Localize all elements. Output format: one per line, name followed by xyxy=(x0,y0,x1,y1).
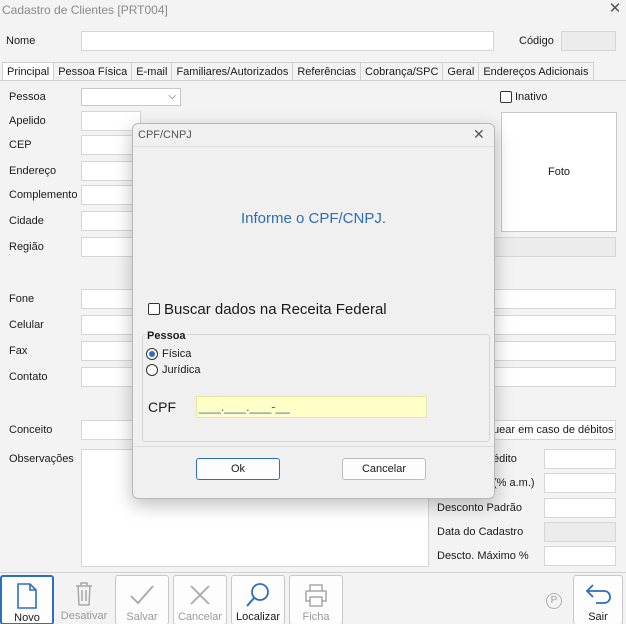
tab-strip: Principal Pessoa Física E-mail Familiare… xyxy=(2,62,594,81)
contato-extra-field[interactable] xyxy=(494,367,616,387)
fone-label: Fone xyxy=(9,293,35,305)
p-circle-icon: P xyxy=(546,593,562,609)
tab-pessoa-fisica[interactable]: Pessoa Física xyxy=(54,62,133,80)
juros-input[interactable] xyxy=(544,473,616,493)
endereco-label: Endereço xyxy=(9,165,57,177)
foto-label: Foto xyxy=(547,166,570,178)
fax-label: Fax xyxy=(9,345,28,357)
window-title: Cadastro de Clientes [PRT004] xyxy=(2,3,168,17)
bloquear-debitos-button[interactable]: uear em caso de débitos xyxy=(486,420,616,440)
ok-button[interactable]: Ok xyxy=(196,458,280,480)
pessoa-select[interactable]: ⌵ xyxy=(81,88,181,106)
juridica-radio[interactable] xyxy=(146,364,158,376)
localizar-label: Localizar xyxy=(235,611,281,623)
exit-arrow-icon xyxy=(585,584,611,604)
search-icon xyxy=(246,583,269,607)
dialog-button-divider xyxy=(133,446,494,447)
new-document-icon xyxy=(17,583,37,609)
tab-geral[interactable]: Geral xyxy=(443,62,480,80)
sair-button[interactable]: Sair xyxy=(573,575,623,624)
salvar-button[interactable]: Salvar xyxy=(115,575,169,624)
juridica-label: Jurídica xyxy=(162,364,201,376)
complemento-label: Complemento xyxy=(9,189,78,201)
contato-label: Contato xyxy=(9,371,48,383)
observacoes-label: Observações xyxy=(9,453,74,465)
cpf-cnpj-dialog: CPF/CNPJ ✕ Informe o CPF/CNPJ. Buscar da… xyxy=(132,123,495,499)
pessoa-group-title: Pessoa xyxy=(146,330,187,342)
desconto-padrao-label: Desconto Padrão xyxy=(437,502,522,514)
salvar-label: Salvar xyxy=(126,611,158,623)
inativo-checkbox[interactable] xyxy=(500,91,512,103)
novo-button[interactable]: Novo xyxy=(0,575,54,624)
chevron-down-icon: ⌵ xyxy=(168,91,176,102)
close-window-icon[interactable]: ✕ xyxy=(606,1,624,17)
cpf-label: CPF xyxy=(148,399,176,415)
bottom-toolbar: Novo Desativar Salvar Cancelar Localizar… xyxy=(0,572,626,624)
codigo-label: Código xyxy=(519,35,554,47)
fisica-label: Física xyxy=(162,348,192,360)
desconto-padrao-input[interactable] xyxy=(544,498,616,518)
apelido-label: Apelido xyxy=(9,115,46,127)
fax-extra-field[interactable] xyxy=(494,341,616,361)
cancelar-label: Cancelar xyxy=(177,611,223,623)
tab-familiares[interactable]: Familiares/Autorizados xyxy=(172,62,294,80)
nome-input[interactable] xyxy=(81,31,494,51)
tab-divider xyxy=(0,80,626,81)
localizar-button[interactable]: Localizar xyxy=(231,575,285,624)
cancel-x-icon xyxy=(190,585,210,605)
regiao-label: Região xyxy=(9,241,44,253)
descto-maximo-label: Descto. Máximo % xyxy=(437,550,529,562)
dialog-message: Informe o CPF/CNPJ. xyxy=(240,210,387,227)
ficha-label: Ficha xyxy=(302,611,330,623)
data-cadastro-label: Data do Cadastro xyxy=(437,526,524,538)
buscar-receita-label: Buscar dados na Receita Federal xyxy=(164,301,387,318)
cancelar-button[interactable]: Cancelar xyxy=(173,575,227,624)
novo-label: Novo xyxy=(14,612,40,624)
data-cadastro-input xyxy=(544,522,616,542)
foto-box[interactable]: Foto xyxy=(501,112,617,232)
tab-email[interactable]: E-mail xyxy=(132,62,173,80)
pessoa-label: Pessoa xyxy=(9,91,46,103)
celular-extra-field[interactable] xyxy=(494,315,616,335)
juros-label: (% a.m.) xyxy=(493,477,535,489)
dialog-cancelar-button[interactable]: Cancelar xyxy=(342,458,426,480)
dialog-close-icon[interactable]: ✕ xyxy=(473,126,485,143)
sair-label: Sair xyxy=(588,611,608,623)
tab-referencias[interactable]: Referências xyxy=(293,62,362,80)
cpf-input[interactable]: ___.___.___-__ xyxy=(196,396,427,418)
celular-label: Celular xyxy=(9,319,44,331)
tab-enderecos[interactable]: Endereços Adicionais xyxy=(479,62,594,80)
descto-maximo-input[interactable] xyxy=(544,546,616,566)
cidade-label: Cidade xyxy=(9,215,44,227)
dialog-title: CPF/CNPJ xyxy=(138,129,192,141)
codigo-input xyxy=(561,31,616,51)
checkmark-icon xyxy=(130,585,154,605)
ficha-button[interactable]: Ficha xyxy=(289,575,343,624)
desativar-button[interactable]: Desativar xyxy=(57,575,111,624)
fone-extra-field[interactable] xyxy=(494,289,616,309)
printer-icon xyxy=(305,584,327,607)
tab-principal[interactable]: Principal xyxy=(2,62,55,81)
nome-label: Nome xyxy=(6,35,36,47)
desativar-label: Desativar xyxy=(60,610,108,622)
trash-icon xyxy=(76,582,92,606)
buscar-receita-checkbox[interactable] xyxy=(148,303,160,315)
cep-label: CEP xyxy=(9,139,32,151)
inativo-label: Inativo xyxy=(515,91,548,103)
title-bar: Cadastro de Clientes [PRT004] ✕ xyxy=(0,0,626,22)
tab-cobranca[interactable]: Cobrança/SPC xyxy=(361,62,444,80)
credito-label: édito xyxy=(493,453,517,465)
fisica-radio[interactable] xyxy=(146,348,158,360)
dialog-title-divider xyxy=(133,146,494,147)
credito-input[interactable] xyxy=(544,449,616,469)
conceito-label: Conceito xyxy=(9,424,53,436)
pessoa-group xyxy=(142,334,490,442)
regiao-extra-field xyxy=(494,237,616,257)
